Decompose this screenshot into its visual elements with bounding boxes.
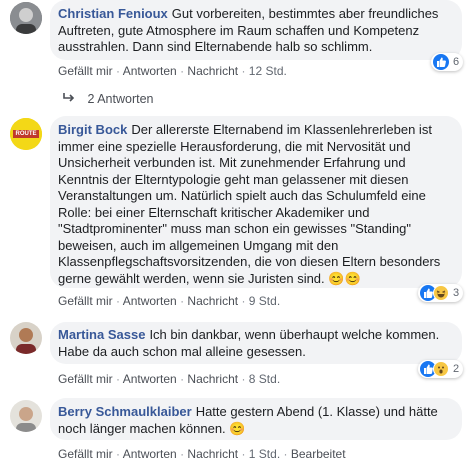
separator: · [241, 64, 249, 78]
separator: · [241, 447, 249, 461]
like-icon [433, 54, 449, 70]
comment-bubble: Christian Fenioux Gut vorbereiten, bestim… [50, 0, 462, 60]
message-link[interactable]: Nachricht [187, 294, 238, 308]
replies-count: 2 Antworten [87, 92, 154, 106]
reaction-count: 6 [453, 56, 460, 68]
avatar-logo-text: ROUTE [15, 131, 37, 137]
avatar-birgit[interactable]: ROUTE [10, 118, 42, 150]
avatar-christian[interactable] [10, 2, 42, 34]
comment-bubble: Berry Schmaulklaiber Hatte gestern Abend … [50, 398, 462, 440]
comment-actions: Gefällt mir · Antworten · Nachricht · 12… [58, 64, 287, 78]
reply-link[interactable]: Antworten [123, 447, 177, 461]
reply-link[interactable]: Antworten [123, 64, 177, 78]
timestamp[interactable]: 9 Std. [249, 294, 280, 308]
comment-text: Der allererste Elternabend im Klassenleh… [58, 122, 441, 286]
reply-link[interactable]: Antworten [123, 372, 177, 386]
reply-arrow-icon [63, 93, 75, 102]
timestamp[interactable]: 1 Std. [249, 447, 280, 461]
timestamp[interactable]: 8 Std. [249, 372, 280, 386]
comment-author[interactable]: Christian Fenioux [58, 6, 168, 21]
like-link[interactable]: Gefällt mir [58, 294, 113, 308]
comment-actions: Gefällt mir · Antworten · Nachricht · 8 … [58, 372, 280, 386]
comment-actions: Gefällt mir · Antworten · Nachricht · 1 … [58, 447, 346, 461]
message-link[interactable]: Nachricht [187, 372, 238, 386]
message-link[interactable]: Nachricht [187, 64, 238, 78]
reply-link[interactable]: Antworten [123, 294, 177, 308]
haha-icon [433, 285, 449, 301]
separator: · [116, 64, 123, 78]
comment-actions: Gefällt mir · Antworten · Nachricht · 9 … [58, 294, 280, 308]
edited-label[interactable]: Bearbeitet [291, 447, 346, 461]
separator: · [116, 447, 123, 461]
timestamp[interactable]: 12 Std. [249, 64, 287, 78]
reaction-count: 3 [453, 287, 460, 299]
reaction-summary[interactable]: 2 [418, 360, 464, 378]
comment-author[interactable]: Berry Schmaulklaiber [58, 404, 192, 419]
like-link[interactable]: Gefällt mir [58, 447, 113, 461]
avatar-martina[interactable] [10, 322, 42, 354]
comment-bubble: Martina Sasse Ich bin dankbar, wenn überh… [50, 322, 462, 364]
separator: · [241, 372, 249, 386]
separator: · [116, 294, 123, 308]
reaction-count: 2 [453, 363, 460, 375]
view-replies-link[interactable]: 2 Antworten [62, 92, 154, 106]
separator: · [241, 294, 249, 308]
avatar-berry[interactable] [10, 400, 42, 432]
separator: · [283, 447, 291, 461]
message-link[interactable]: Nachricht [187, 447, 238, 461]
comment-bubble: Birgit Bock Der allererste Elternabend im… [50, 116, 462, 288]
reaction-summary[interactable]: 6 [431, 53, 464, 71]
like-link[interactable]: Gefällt mir [58, 64, 113, 78]
comment-author[interactable]: Martina Sasse [58, 327, 145, 342]
separator: · [116, 372, 123, 386]
wow-icon [433, 361, 449, 377]
reaction-summary[interactable]: 3 [418, 284, 464, 302]
like-link[interactable]: Gefällt mir [58, 372, 113, 386]
comment-author[interactable]: Birgit Bock [58, 122, 127, 137]
